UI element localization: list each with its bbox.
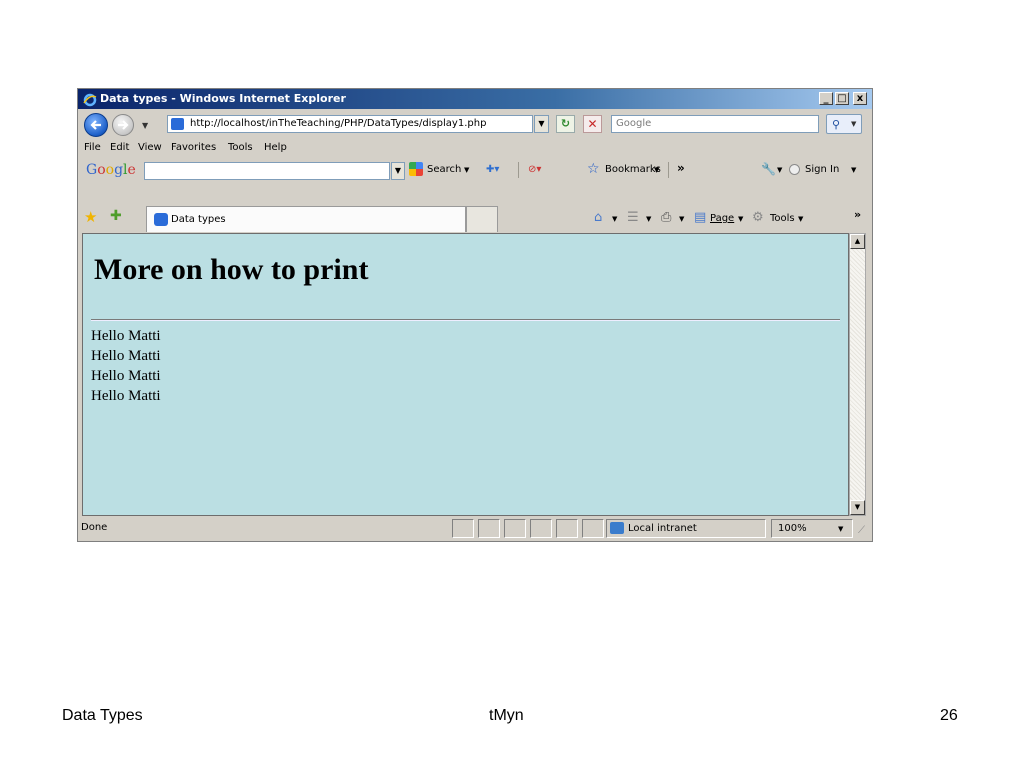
status-bar: Done Local intranet 100% ▼ ⟋	[78, 517, 872, 541]
browser-window: Data types - Windows Internet Explorer _…	[77, 88, 873, 542]
zone-label: Local intranet	[628, 523, 697, 534]
search-options-dropdown-icon[interactable]: ▼	[851, 120, 856, 128]
close-button[interactable]: x	[853, 92, 867, 105]
page-heading: More on how to print	[94, 253, 369, 286]
status-pane	[478, 519, 500, 538]
home-dropdown-icon[interactable]: ▼	[612, 215, 617, 223]
intranet-icon	[610, 522, 624, 534]
address-dropdown-icon[interactable]: ▼	[534, 115, 549, 133]
back-arrow-icon	[90, 120, 101, 130]
signin-button[interactable]: Sign In	[805, 164, 839, 175]
bookmarks-button[interactable]: Bookmarks	[605, 164, 661, 175]
ie-page-icon	[154, 213, 168, 226]
scroll-down-button[interactable]: ▼	[850, 500, 865, 515]
command-overflow-button[interactable]: »	[854, 208, 861, 221]
maximize-button[interactable]: □	[835, 92, 849, 105]
hello-line-4: Hello Matti	[91, 388, 161, 404]
bookmark-star-icon[interactable]: ☆	[587, 161, 600, 177]
feeds-icon[interactable]: ☰	[627, 210, 639, 225]
wrench-icon[interactable]: 🔧	[761, 162, 776, 176]
status-pane	[530, 519, 552, 538]
page-dropdown-icon[interactable]: ▼	[738, 215, 743, 223]
history-dropdown-icon[interactable]: ▼	[142, 121, 148, 130]
menu-favorites[interactable]: Favorites	[171, 142, 216, 153]
bookmarks-dropdown-icon[interactable]: ▼	[654, 166, 659, 174]
search-placeholder: Google	[616, 118, 652, 129]
menu-help[interactable]: Help	[264, 142, 287, 153]
signin-dropdown-icon[interactable]: ▼	[851, 166, 856, 174]
minimize-button[interactable]: _	[819, 92, 833, 105]
slide-number: 26	[940, 707, 958, 724]
window-title: Data types - Windows Internet Explorer	[100, 92, 346, 105]
gear-icon: ⚙	[752, 210, 764, 225]
popup-blocker-icon[interactable]: ⊘▾	[528, 164, 541, 175]
ie-logo-icon	[83, 92, 97, 107]
scroll-up-button[interactable]: ▲	[850, 234, 865, 249]
tab-data-types[interactable]: Data types	[146, 206, 466, 232]
horizontal-rule	[91, 319, 840, 321]
hello-line-2: Hello Matti	[91, 348, 161, 364]
menu-bar: File Edit View Favorites Tools Help	[78, 139, 872, 157]
status-pane	[582, 519, 604, 538]
refresh-button[interactable]: ↻	[556, 115, 575, 133]
title-bar[interactable]: Data types - Windows Internet Explorer _…	[78, 89, 872, 109]
status-pane	[452, 519, 474, 538]
new-tab-button[interactable]	[466, 206, 498, 232]
search-button[interactable]: ⚲ ▼	[826, 114, 862, 134]
forward-arrow-icon	[118, 120, 129, 130]
page-icon	[171, 118, 184, 130]
footer-center: tMyn	[489, 707, 524, 724]
feeds-dropdown-icon[interactable]: ▼	[646, 215, 651, 223]
zoom-level: 100%	[778, 523, 807, 534]
zoom-control[interactable]: 100% ▼	[771, 519, 853, 538]
print-dropdown-icon[interactable]: ▼	[679, 215, 684, 223]
google-search-icon	[409, 162, 423, 176]
toolbar-divider	[668, 162, 669, 178]
puzzle-icon[interactable]: ✚▾	[486, 164, 499, 175]
status-pane	[504, 519, 526, 538]
search-options-icon[interactable]: ▼	[464, 166, 469, 174]
page-menu-icon: ▤	[694, 210, 707, 225]
toolbar-overflow-button[interactable]: »	[677, 161, 685, 175]
favorites-center-icon[interactable]: ★	[84, 208, 97, 226]
tab-label: Data types	[171, 214, 226, 225]
stop-button[interactable]: ✕	[583, 115, 602, 133]
address-url[interactable]: http://localhost/inTheTeaching/PHP/DataT…	[190, 118, 486, 129]
google-search-button[interactable]: Search	[427, 164, 461, 175]
page-content: More on how to print Hello Matti Hello M…	[82, 233, 849, 516]
tools-dropdown-icon[interactable]: ▼	[798, 215, 803, 223]
address-toolbar: ▼ http://localhost/inTheTeaching/PHP/Dat…	[78, 110, 872, 138]
google-search-input[interactable]	[144, 162, 390, 180]
address-bar[interactable]: http://localhost/inTheTeaching/PHP/DataT…	[167, 115, 533, 133]
vertical-scrollbar[interactable]: ▲ ▼	[849, 233, 866, 516]
print-icon[interactable]: ⎙	[661, 210, 671, 225]
menu-edit[interactable]: Edit	[110, 142, 129, 153]
google-logo: Google	[86, 162, 136, 178]
toolbar-divider	[518, 162, 519, 178]
page-menu-button[interactable]: Page	[710, 213, 734, 224]
status-text: Done	[81, 522, 108, 533]
security-zone[interactable]: Local intranet	[606, 519, 766, 538]
footer-left: Data Types	[62, 707, 143, 724]
status-pane	[556, 519, 578, 538]
google-toolbar: Google ▼ Search ▼ ✚▾ ⊘▾ ☆ Bookmarks ▼ » …	[78, 158, 872, 182]
menu-view[interactable]: View	[138, 142, 162, 153]
search-icon: ⚲	[832, 118, 841, 131]
menu-file[interactable]: File	[84, 142, 101, 153]
menu-tools[interactable]: Tools	[228, 142, 253, 153]
search-input[interactable]: Google	[611, 115, 819, 133]
tab-bar: ★ ✚ Data types ⌂ ▼ ☰ ▼ ⎙ ▼ ▤ Page ▼ ⚙ To…	[78, 204, 872, 232]
resize-grip-icon[interactable]: ⟋	[858, 525, 865, 536]
add-favorites-icon[interactable]: ✚	[110, 208, 122, 224]
hello-line-1: Hello Matti	[91, 328, 161, 344]
back-button[interactable]	[84, 113, 108, 137]
home-icon[interactable]: ⌂	[594, 210, 602, 225]
settings-dropdown-icon[interactable]: ▼	[777, 166, 782, 174]
google-search-dropdown-icon[interactable]: ▼	[391, 162, 405, 180]
zoom-dropdown-icon[interactable]: ▼	[838, 525, 843, 533]
tools-menu-button[interactable]: Tools	[770, 213, 795, 224]
forward-button[interactable]	[112, 114, 134, 136]
hello-line-3: Hello Matti	[91, 368, 161, 384]
signin-icon	[789, 164, 800, 175]
